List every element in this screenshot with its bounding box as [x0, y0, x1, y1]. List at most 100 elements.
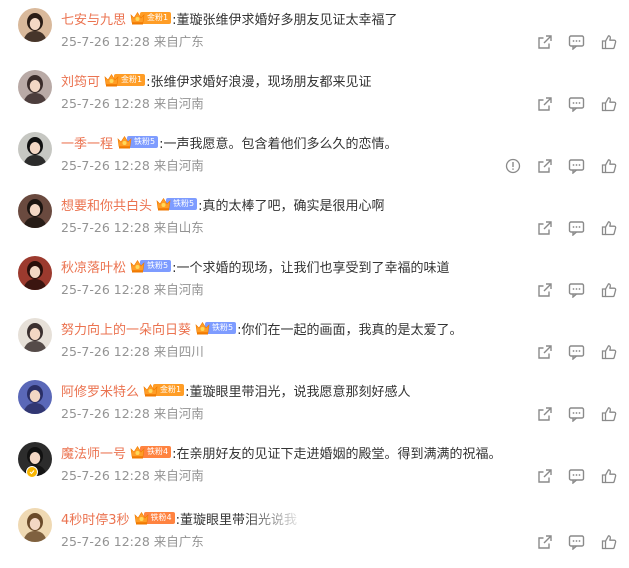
comment-line: 秋凉落叶松 铁粉5:一个求婚的现场，让我们也享受到了幸福的味道: [61, 256, 621, 276]
like-icon[interactable]: [600, 406, 617, 423]
comment-line: 魔法师一号 铁粉4:在亲朋好友的见证下走进婚姻的殿堂。得到满满的祝福。: [61, 442, 621, 462]
comment-text: :在亲朋好友的见证下走进婚姻的殿堂。得到满满的祝福。: [172, 446, 502, 462]
fan-badge[interactable]: 铁粉5: [130, 259, 172, 273]
avatar[interactable]: [18, 318, 52, 352]
comment-time: 25-7-26 12:28: [61, 34, 150, 49]
like-icon[interactable]: [600, 34, 617, 51]
comment-item: 刘筠可 金粉1:张维伊求婚好浪漫，现场朋友都来见证 25-7-26 12:28 来自…: [0, 70, 629, 133]
comment-text: :张维伊求婚好浪漫，现场朋友都来见证: [146, 74, 372, 90]
fan-badge[interactable]: 铁粉5: [117, 135, 159, 149]
share-icon[interactable]: [536, 534, 553, 551]
like-icon[interactable]: [600, 534, 617, 551]
comment-line: 阿修罗米特么 金粉1:董璇眼里带泪光，说我愿意那刻好感人: [61, 380, 621, 400]
username-link[interactable]: 刘筠可: [61, 71, 100, 90]
fan-badge[interactable]: 金粉1: [104, 73, 146, 87]
avatar[interactable]: [18, 380, 52, 414]
share-icon[interactable]: [536, 468, 553, 485]
username-link[interactable]: 七安与九思: [61, 9, 126, 28]
share-icon[interactable]: [536, 34, 553, 51]
share-icon[interactable]: [536, 406, 553, 423]
crown-badge-icon: [130, 11, 145, 25]
comment-actions: [521, 280, 617, 300]
username-link[interactable]: 想要和你共白头: [61, 195, 152, 214]
comment-icon[interactable]: [568, 344, 585, 361]
avatar[interactable]: [18, 194, 52, 228]
comment-icon[interactable]: [568, 34, 585, 51]
crown-badge-icon: [130, 259, 145, 273]
username-link[interactable]: 秋凉落叶松: [61, 257, 126, 276]
like-icon[interactable]: [600, 344, 617, 361]
crown-badge-icon: [143, 383, 158, 397]
comment-icon[interactable]: [568, 158, 585, 175]
username-link[interactable]: 一季一程: [61, 133, 113, 152]
comment-item: 七安与九思 金粉1:董璇张维伊求婚好多朋友见证太幸福了 25-7-26 12:28 …: [0, 8, 629, 71]
like-icon[interactable]: [600, 158, 617, 175]
comment-icon[interactable]: [568, 534, 585, 551]
share-icon[interactable]: [536, 220, 553, 237]
comment-line: 4秒时停3秒 铁粉4:董璇眼里带泪光说我: [61, 508, 621, 528]
fan-badge[interactable]: 铁粉5: [156, 197, 198, 211]
comment-icon[interactable]: [568, 220, 585, 237]
comment-item: 一季一程 铁粉5:一声我愿意。包含着他们多么久的恋情。 25-7-26 12:28 …: [0, 132, 629, 195]
comment-icon[interactable]: [568, 406, 585, 423]
share-icon[interactable]: [536, 344, 553, 361]
comment-meta: 25-7-26 12:28 来自河南: [61, 466, 204, 486]
like-icon[interactable]: [600, 96, 617, 113]
report-icon[interactable]: [504, 158, 521, 175]
comment-actions: [521, 466, 617, 486]
comment-time: 25-7-26 12:28: [61, 220, 150, 235]
comment-meta: 25-7-26 12:28 来自广东: [61, 32, 204, 52]
comment-actions: [521, 218, 617, 238]
username-link[interactable]: 阿修罗米特么: [61, 381, 139, 400]
fan-badge[interactable]: 金粉1: [143, 383, 185, 397]
comment-text: :真的太棒了吧，确实是很用心啊: [198, 198, 385, 214]
avatar[interactable]: [18, 8, 52, 42]
like-icon[interactable]: [600, 468, 617, 485]
fan-badge[interactable]: 铁粉4: [134, 511, 175, 525]
avatar[interactable]: [18, 256, 52, 290]
comment-location: 来自广东: [153, 34, 204, 49]
like-icon[interactable]: [600, 282, 617, 299]
comment-list: 七安与九思 金粉1:董璇张维伊求婚好多朋友见证太幸福了 25-7-26 12:28 …: [0, 0, 629, 568]
crown-badge-icon: [134, 511, 149, 525]
avatar[interactable]: [18, 132, 52, 166]
comment-meta: 25-7-26 12:28 来自山东: [61, 218, 204, 238]
share-icon[interactable]: [536, 158, 553, 175]
comment-text: :一个求婚的现场，让我们也享受到了幸福的味道: [172, 260, 450, 276]
username-link[interactable]: 4秒时停3秒: [61, 509, 130, 528]
crown-badge-icon: [195, 321, 210, 335]
comment-line: 一季一程 铁粉5:一声我愿意。包含着他们多么久的恋情。: [61, 132, 621, 152]
comment-actions: [521, 532, 617, 552]
crown-badge-icon: [130, 445, 145, 459]
comment-meta: 25-7-26 12:28 来自四川: [61, 342, 204, 362]
avatar[interactable]: [18, 70, 52, 104]
fan-badge[interactable]: 铁粉4: [130, 445, 172, 459]
comment-time: 25-7-26 12:28: [61, 96, 150, 111]
like-icon[interactable]: [600, 220, 617, 237]
comment-icon[interactable]: [568, 468, 585, 485]
comment-location: 来自河南: [153, 406, 204, 421]
comment-text: :董璇眼里带泪光说我: [176, 509, 297, 528]
comment-icon[interactable]: [568, 282, 585, 299]
comment-location: 来自四川: [153, 344, 204, 359]
share-icon[interactable]: [536, 96, 553, 113]
username-link[interactable]: 魔法师一号: [61, 443, 126, 462]
comment-item: 阿修罗米特么 金粉1:董璇眼里带泪光，说我愿意那刻好感人 25-7-26 12:28…: [0, 380, 629, 443]
fan-badge[interactable]: 铁粉5: [195, 321, 237, 335]
comment-location: 来自河南: [153, 96, 204, 111]
comment-location: 来自河南: [153, 468, 204, 483]
comment-actions: [521, 32, 617, 52]
verified-icon: [26, 466, 38, 478]
comment-item: 努力向上的一朵向日葵 铁粉5:你们在一起的画面，我真的是太爱了。 25-7-26 1…: [0, 318, 629, 381]
crown-badge-icon: [117, 135, 132, 149]
comment-line: 想要和你共白头 铁粉5:真的太棒了吧，确实是很用心啊: [61, 194, 621, 214]
comment-line: 七安与九思 金粉1:董璇张维伊求婚好多朋友见证太幸福了: [61, 8, 621, 28]
username-link[interactable]: 努力向上的一朵向日葵: [61, 319, 191, 338]
avatar[interactable]: [18, 508, 52, 542]
share-icon[interactable]: [536, 282, 553, 299]
crown-badge-icon: [104, 73, 119, 87]
comment-time: 25-7-26 12:28: [61, 406, 150, 421]
comment-meta: 25-7-26 12:28 来自河南: [61, 156, 204, 176]
comment-icon[interactable]: [568, 96, 585, 113]
fan-badge[interactable]: 金粉1: [130, 11, 172, 25]
